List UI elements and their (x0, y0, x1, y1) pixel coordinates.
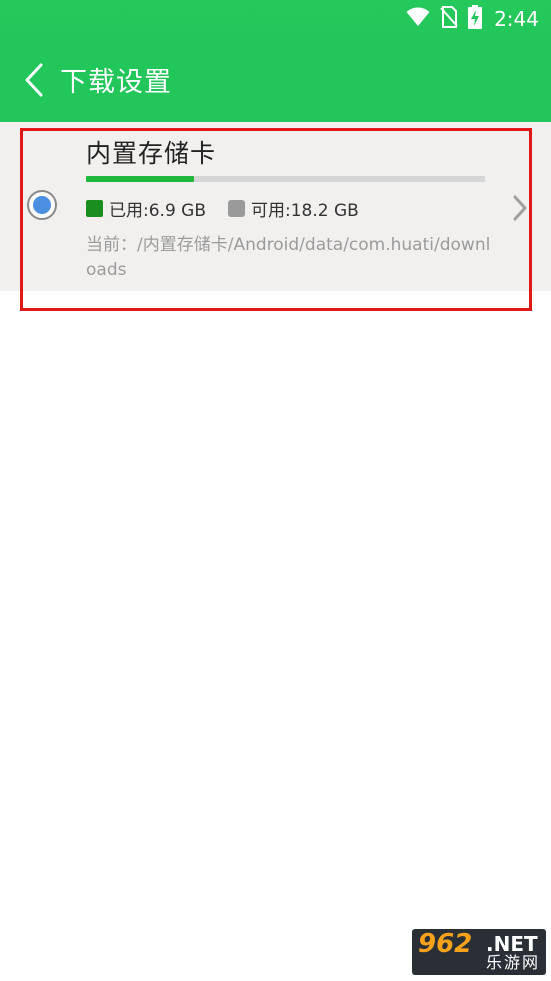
radio-selected-dot (33, 196, 51, 214)
status-time: 2:44 (494, 7, 539, 31)
no-sim-icon (440, 6, 458, 32)
storage-usage-fill (86, 176, 194, 182)
status-bar: 2:44 (0, 0, 551, 38)
chevron-left-icon (23, 63, 45, 101)
free-color-swatch (228, 199, 245, 217)
back-button[interactable] (14, 60, 54, 104)
storage-name: 内置存储卡 (86, 139, 217, 168)
used-legend: 已用:6.9 GB (86, 196, 207, 221)
chevron-right-icon[interactable] (508, 194, 530, 222)
wifi-icon (406, 7, 430, 31)
app-bar: 下载设置 (0, 38, 551, 122)
storage-radio-button[interactable] (27, 190, 57, 220)
watermark-logo: 962 .NET 乐游网 (412, 929, 546, 975)
watermark-number: 962 (418, 929, 473, 959)
watermark-chinese: 乐游网 (486, 953, 541, 972)
used-label: 已用:6.9 GB (109, 200, 207, 221)
page-title: 下载设置 (60, 67, 172, 98)
used-color-swatch (86, 199, 103, 217)
free-legend: 可用:18.2 GB (228, 196, 359, 221)
free-label: 可用:18.2 GB (251, 200, 359, 221)
current-path: 当前：/内置存储卡/Android/data/com.huati/downloa… (86, 235, 491, 280)
status-icons: 2:44 (406, 5, 539, 33)
battery-charging-icon (468, 5, 483, 33)
storage-usage-bar (86, 176, 485, 182)
